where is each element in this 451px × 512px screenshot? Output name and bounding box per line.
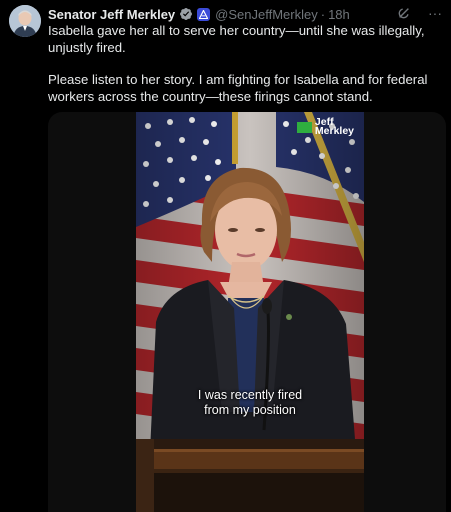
avatar[interactable]: [9, 5, 41, 37]
caption-line-1: I was recently fired: [197, 388, 303, 402]
watermark-line-2: Merkley: [314, 125, 354, 137]
author-handle[interactable]: @SenJeffMerkley: [215, 7, 318, 22]
video-caption: I was recently fired from my position: [136, 388, 364, 418]
caption-line-2: from my position: [204, 403, 296, 417]
tweet-paragraph-1: Isabella gave her all to serve her count…: [48, 23, 425, 55]
government-affiliation-badge-icon[interactable]: [197, 7, 211, 21]
tweet[interactable]: Senator Jeff Merkley @SenJeffMerkley · 1…: [0, 0, 451, 512]
tweet-paragraph-2: Please listen to her story. I am fightin…: [48, 72, 428, 104]
more-options-icon[interactable]: ···: [427, 5, 443, 21]
tweet-header: Senator Jeff Merkley @SenJeffMerkley · 1…: [48, 5, 350, 23]
wooden-podium: [136, 439, 364, 512]
time-separator: ·: [320, 6, 326, 22]
video-frame[interactable]: Jeff Merkley I was recently fired from m…: [136, 112, 364, 512]
verified-badge-icon[interactable]: [179, 7, 193, 21]
post-time[interactable]: 18h: [328, 7, 350, 22]
video-player[interactable]: Jeff Merkley I was recently fired from m…: [48, 112, 446, 512]
watermark-logo-icon: [296, 121, 312, 133]
grok-icon[interactable]: [397, 6, 411, 20]
tweet-top-actions: ···: [397, 5, 443, 21]
avatar-portrait-icon: [9, 5, 41, 37]
tweet-text: Isabella gave her all to serve her count…: [48, 23, 446, 105]
merkley-watermark: Jeff Merkley: [296, 117, 354, 137]
author-name[interactable]: Senator Jeff Merkley: [48, 7, 175, 22]
